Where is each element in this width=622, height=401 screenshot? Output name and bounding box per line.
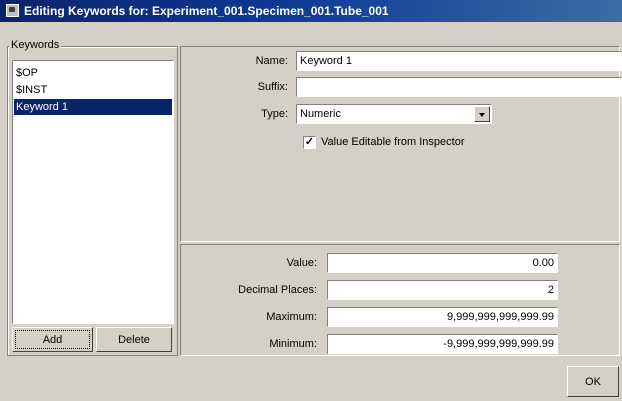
type-label: Type: (261, 108, 288, 120)
type-select[interactable]: Numeric (296, 104, 492, 124)
suffix-input[interactable] (296, 77, 622, 97)
list-item-label: $OP (16, 67, 39, 79)
maximum-input[interactable]: 9,999,999,999,999.99 (327, 307, 558, 327)
list-item-label: $INST (16, 84, 48, 96)
list-item[interactable]: $OP (14, 65, 172, 81)
list-item[interactable]: $INST (14, 82, 172, 98)
list-item-label: Keyword 1 (16, 101, 68, 113)
editable-checkbox[interactable]: ✓ (303, 136, 316, 149)
decimal-places-label: Decimal Places: (238, 284, 317, 296)
list-item-selected[interactable]: Keyword 1 (14, 99, 172, 115)
keywords-group-label: Keywords (9, 39, 62, 51)
decimal-places-input[interactable]: 2 (327, 280, 558, 300)
add-button[interactable]: Add (12, 327, 93, 352)
name-label: Name: (255, 55, 288, 67)
name-input[interactable]: Keyword 1 (296, 51, 622, 71)
minimum-label: Minimum: (269, 338, 317, 350)
value-input[interactable]: 0.00 (327, 253, 558, 273)
suffix-label: Suffix: (257, 81, 288, 93)
delete-button[interactable]: Delete (96, 327, 172, 352)
window-title: Editing Keywords for: Experiment_001.Spe… (24, 4, 389, 18)
value-label: Value: (286, 257, 317, 269)
type-select-value: Numeric (300, 108, 341, 120)
check-icon: ✓ (304, 136, 315, 148)
title-bar: Editing Keywords for: Experiment_001.Spe… (0, 0, 622, 22)
editable-label: Value Editable from Inspector (321, 136, 465, 148)
keywords-list[interactable]: $OP $INST Keyword 1 (12, 60, 174, 324)
chevron-down-icon[interactable] (474, 106, 490, 122)
ok-button[interactable]: OK (567, 366, 619, 397)
maximum-label: Maximum: (266, 311, 317, 323)
minimum-input[interactable]: -9,999,999,999,999.99 (327, 334, 558, 354)
app-icon (6, 4, 19, 17)
